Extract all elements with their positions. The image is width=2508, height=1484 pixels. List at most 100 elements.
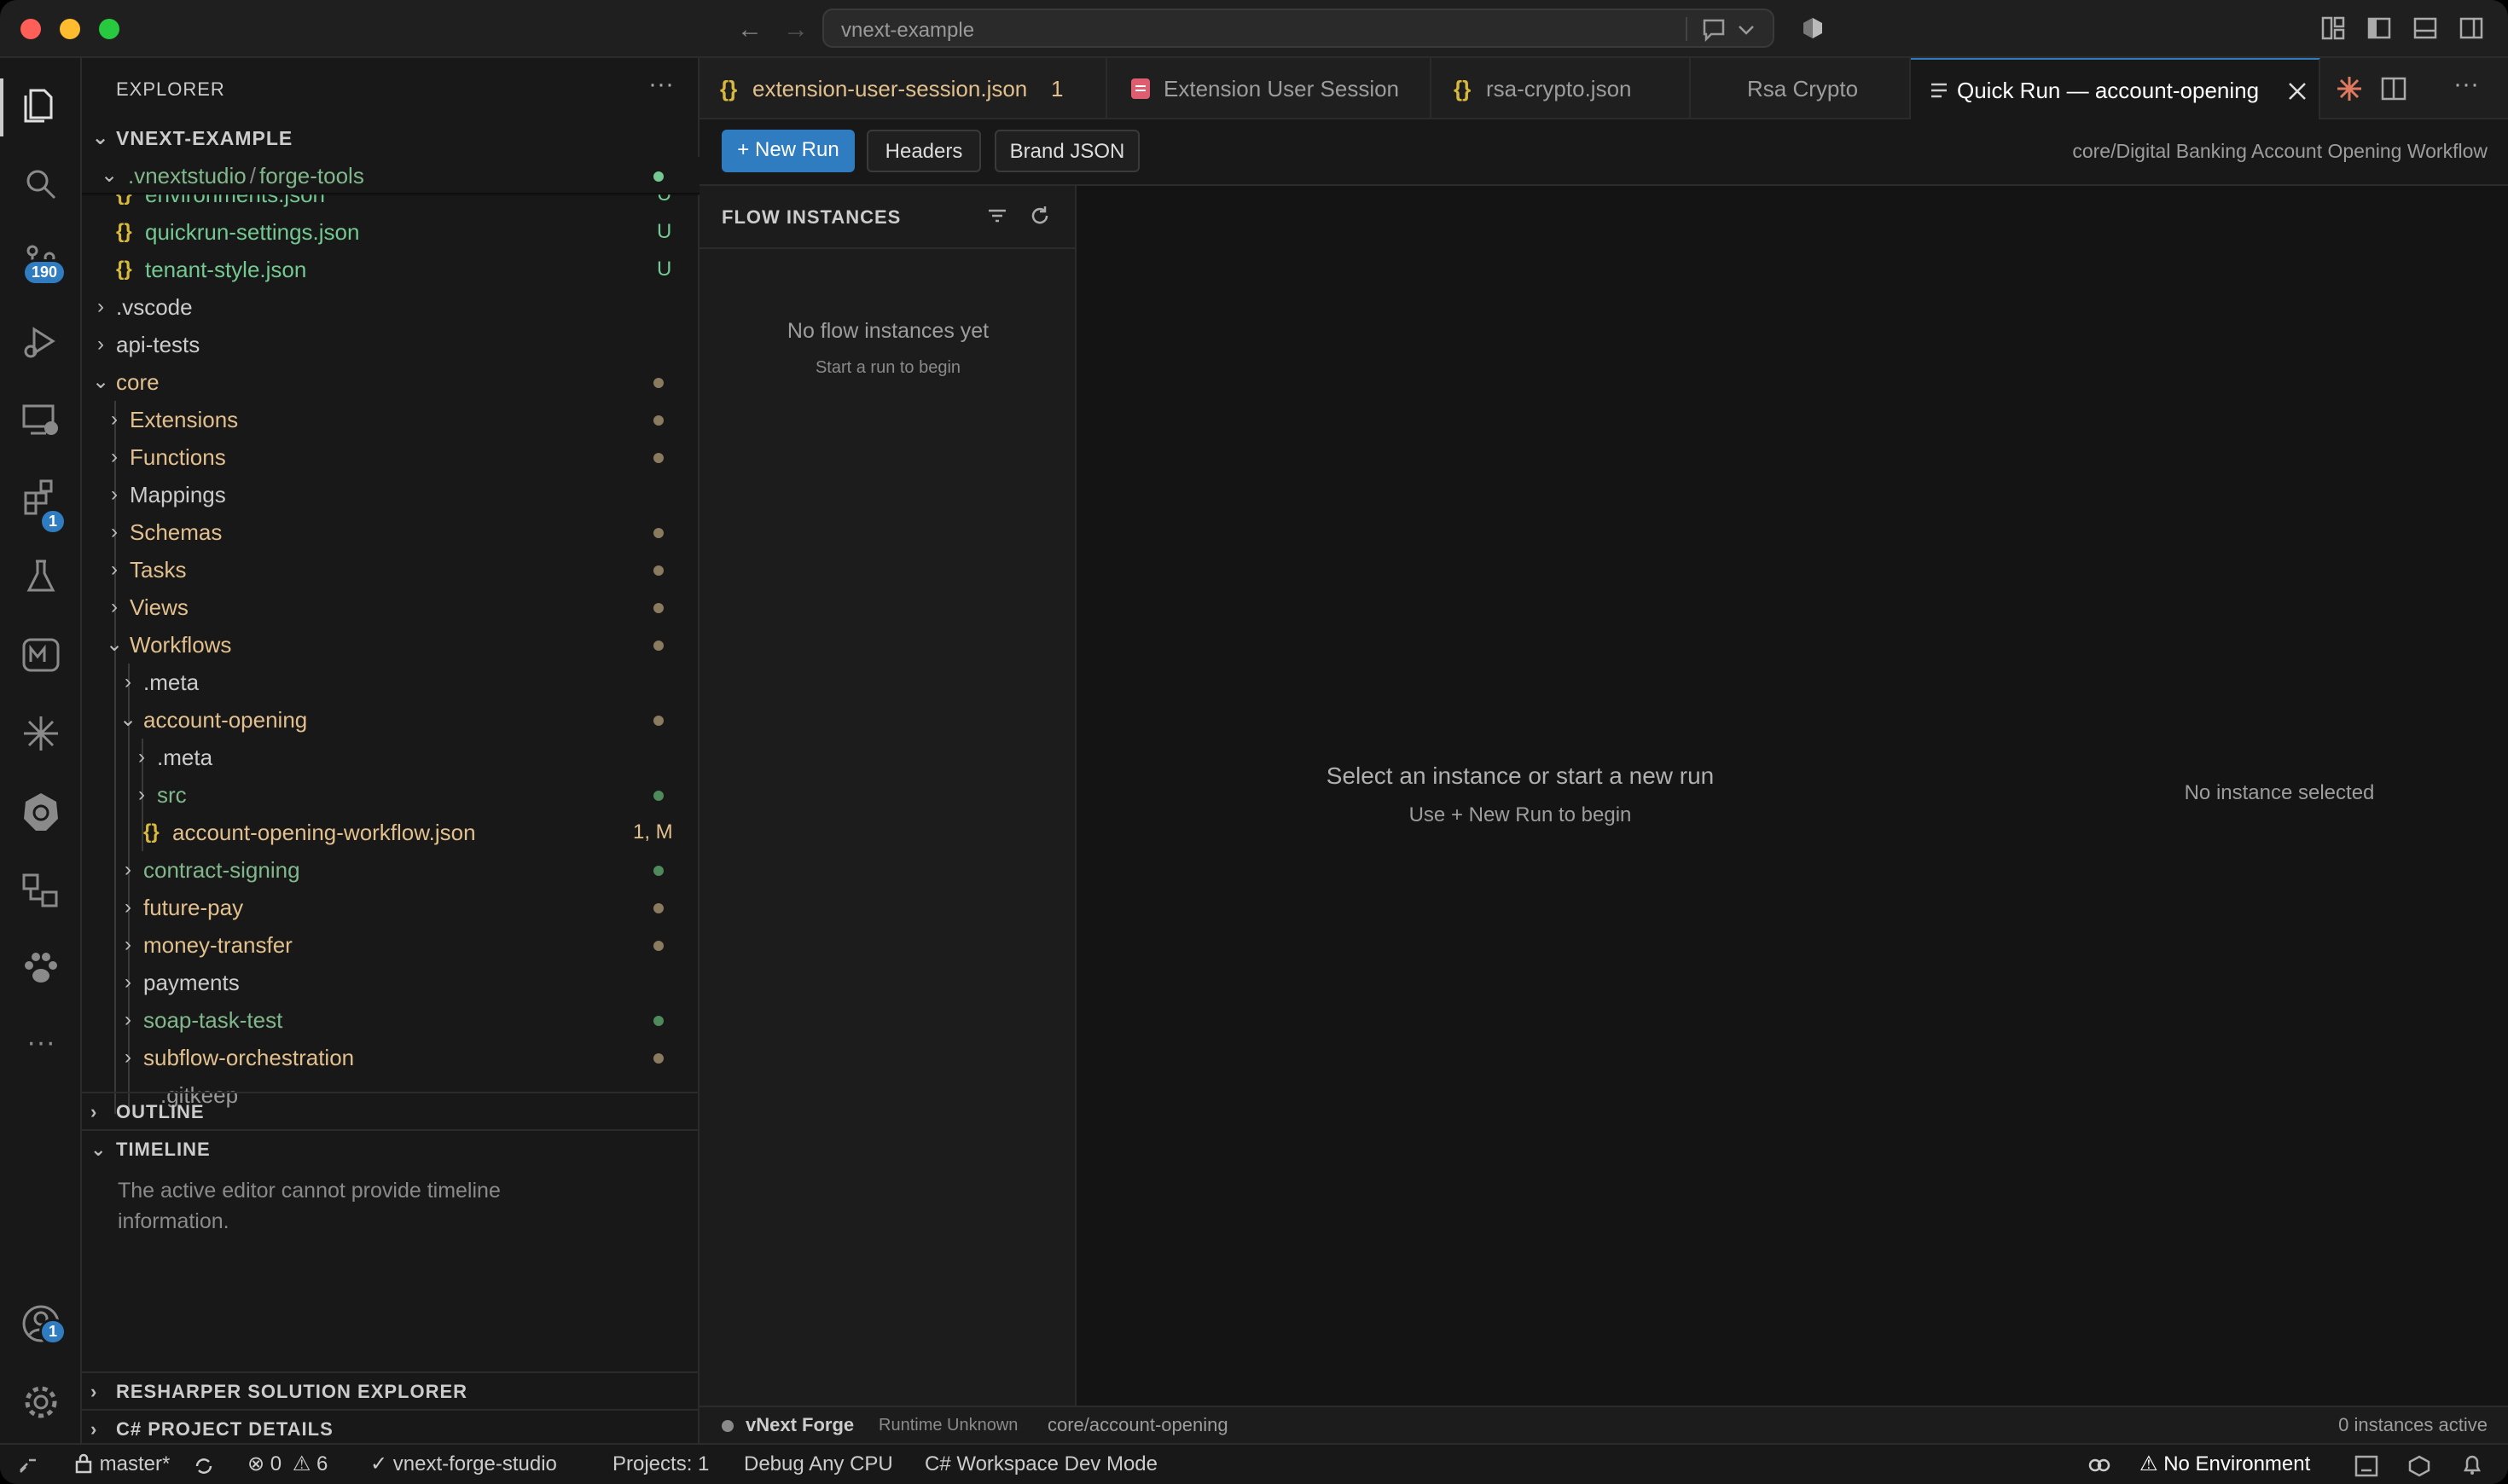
preview-file-icon [1131, 78, 1150, 99]
tree-folder-workflows[interactable]: ⌄ Workflows [82, 626, 700, 664]
tree-folder-forge-tools[interactable]: ⌄ .vnextstudio / forge-tools [82, 157, 700, 194]
toggle-panel-icon[interactable] [2412, 15, 2438, 41]
tab-extension-user-session-json[interactable]: {} extension-user-session.json 1 [700, 58, 1107, 119]
tree-folder-api-tests[interactable]: › api-tests [82, 326, 700, 363]
remote-indicator-icon[interactable] [17, 1455, 39, 1475]
tree-folder-mappings[interactable]: › Mappings [82, 476, 700, 513]
chevron-right-icon: › [111, 408, 118, 431]
tree-file-environments-json[interactable]: {} environments.json U [82, 194, 700, 213]
workspace-mode-indicator[interactable]: C# Workspace Dev Mode [925, 1445, 1158, 1484]
maximize-window-button[interactable] [99, 19, 119, 39]
command-center-text: vnext-example [841, 19, 975, 42]
copilot-status-icon[interactable] [2087, 1453, 2112, 1477]
notifications-bell-icon[interactable] [2460, 1453, 2484, 1477]
csharp-icon[interactable] [2407, 1455, 2431, 1477]
tree-folder-vscode[interactable]: › .vscode [82, 288, 700, 326]
tree-folder-src[interactable]: › src [82, 776, 700, 814]
flow-instances-empty-hint: Start a run to begin [815, 358, 961, 377]
forward-arrow-icon[interactable]: → [783, 15, 809, 44]
close-tab-icon[interactable] [2286, 80, 2308, 102]
editor-more-actions-icon[interactable]: ··· [2453, 70, 2479, 99]
minimize-window-button[interactable] [60, 19, 80, 39]
kubernetes-icon[interactable] [19, 790, 63, 834]
explorer-title: EXPLORER [116, 78, 225, 100]
quick-run-main: Select an instance or start a new run Us… [1077, 186, 2508, 1406]
problems-indicator[interactable]: ⊗ 0 ⚠ 6 [247, 1445, 328, 1484]
tree-file-quickrun-settings-json[interactable]: {} quickrun-settings.json U [82, 213, 700, 251]
toggle-primary-sidebar-icon[interactable] [2366, 15, 2392, 41]
new-run-button[interactable]: + New Run [722, 130, 855, 172]
tree-folder-core[interactable]: ⌄ core [82, 363, 700, 401]
forge-starburst-icon[interactable] [2336, 75, 2363, 102]
close-window-button[interactable] [20, 19, 41, 39]
tree-folder-soap-task-test[interactable]: › soap-task-test [82, 1001, 700, 1039]
branch-indicator[interactable]: master* [73, 1445, 170, 1484]
tree-folder-payments[interactable]: › payments [82, 964, 700, 1001]
timeline-section-header[interactable]: ⌄ TIMELINE [82, 1129, 700, 1167]
customize-layout-icon[interactable] [2320, 15, 2346, 41]
tree-folder-contract-signing[interactable]: › contract-signing [82, 851, 700, 889]
copilot-icon[interactable] [1800, 15, 1826, 41]
divider [1686, 17, 1687, 41]
testing-icon[interactable] [19, 554, 63, 599]
headers-button[interactable]: Headers [867, 130, 981, 172]
settings-gear-icon[interactable] [19, 1380, 63, 1424]
modified-dot [653, 453, 664, 463]
explorer-sidebar: EXPLORER ··· ⌄ VNEXT-EXAMPLE ⌄ .vnextstu… [82, 58, 700, 1448]
tree-folder-account-opening-meta[interactable]: › .meta [82, 739, 700, 776]
flow-instances-title: FLOW INSTANCES [722, 206, 902, 228]
search-icon[interactable] [19, 162, 63, 206]
tab-quick-run-account-opening[interactable]: Quick Run — account-opening [1911, 58, 2320, 119]
refresh-icon[interactable] [1027, 203, 1053, 229]
tree-folder-views[interactable]: › Views [82, 588, 700, 626]
tree-folder-account-opening[interactable]: ⌄ account-opening [82, 701, 700, 739]
paw-icon[interactable] [19, 947, 63, 991]
tree-folder-subflow-orchestration[interactable]: › subflow-orchestration [82, 1039, 700, 1076]
outline-section-header[interactable]: › OUTLINE [82, 1092, 700, 1129]
chevron-down-icon[interactable] [1737, 22, 1756, 38]
forge-starburst-icon[interactable] [19, 711, 63, 756]
explorer-icon[interactable] [19, 84, 63, 128]
explorer-more-actions-icon[interactable]: ··· [648, 70, 674, 99]
tree-file-tenant-style-json[interactable]: {} tenant-style.json U [82, 251, 700, 288]
tree-folder-money-transfer[interactable]: › money-transfer [82, 926, 700, 964]
tab-rsa-crypto[interactable]: Rsa Crypto [1691, 58, 1911, 119]
tree-folder-extensions[interactable]: › Extensions [82, 401, 700, 438]
more-views-icon[interactable]: ··· [19, 1025, 63, 1070]
environment-indicator[interactable]: ⚠ No Environment [2139, 1445, 2310, 1484]
source-control-badge: 190 [22, 259, 67, 286]
explorer-root-folder[interactable]: ⌄ VNEXT-EXAMPLE [82, 119, 700, 157]
tree-folder-future-pay[interactable]: › future-pay [82, 889, 700, 926]
command-center-search[interactable]: vnext-example [822, 9, 1774, 48]
project-check-indicator[interactable]: ✓ vnext-forge-studio [370, 1445, 557, 1484]
filter-icon[interactable] [984, 203, 1010, 229]
resharper-icon[interactable] [2354, 1455, 2378, 1477]
markdown-icon[interactable] [19, 633, 63, 677]
connections-icon[interactable] [19, 868, 63, 913]
projects-indicator[interactable]: Projects: 1 [612, 1445, 709, 1484]
sync-icon[interactable] [193, 1455, 215, 1477]
debug-config-indicator[interactable]: Debug Any CPU [744, 1445, 893, 1484]
tree-file-account-opening-workflow-json[interactable]: {} account-opening-workflow.json 1, M [82, 814, 700, 851]
remote-explorer-icon[interactable] [19, 397, 63, 442]
csharp-project-section-header[interactable]: › C# PROJECT DETAILS [82, 1409, 700, 1446]
tree-folder-functions[interactable]: › Functions [82, 438, 700, 476]
split-editor-icon[interactable] [2380, 75, 2407, 102]
back-arrow-icon[interactable]: ← [737, 15, 763, 44]
tree-folder-meta[interactable]: › .meta [82, 664, 700, 701]
editor-tabs: {} extension-user-session.json 1 Extensi… [700, 58, 2508, 119]
brand-json-button[interactable]: Brand JSON [995, 130, 1140, 172]
run-debug-icon[interactable] [19, 319, 63, 363]
warning-icon: ⚠ [292, 1452, 311, 1475]
empty-state-title: Select an instance or start a new run [1326, 762, 1715, 789]
tab-rsa-crypto-json[interactable]: {} rsa-crypto.json [1431, 58, 1691, 119]
tree-folder-schemas[interactable]: › Schemas [82, 513, 700, 551]
quick-run-toolbar: + New Run Headers Brand JSON core/Digita… [700, 119, 2508, 186]
json-file-icon: {} [720, 76, 738, 101]
resharper-section-header[interactable]: › RESHARPER SOLUTION EXPLORER [82, 1371, 700, 1409]
flow-instances-panel: FLOW INSTANCES No flow instances yet Sta… [700, 186, 1077, 1406]
tree-folder-tasks[interactable]: › Tasks [82, 551, 700, 588]
chat-icon[interactable] [1701, 17, 1728, 43]
tab-extension-user-session[interactable]: Extension User Session [1107, 58, 1431, 119]
toggle-secondary-sidebar-icon[interactable] [2459, 15, 2484, 41]
